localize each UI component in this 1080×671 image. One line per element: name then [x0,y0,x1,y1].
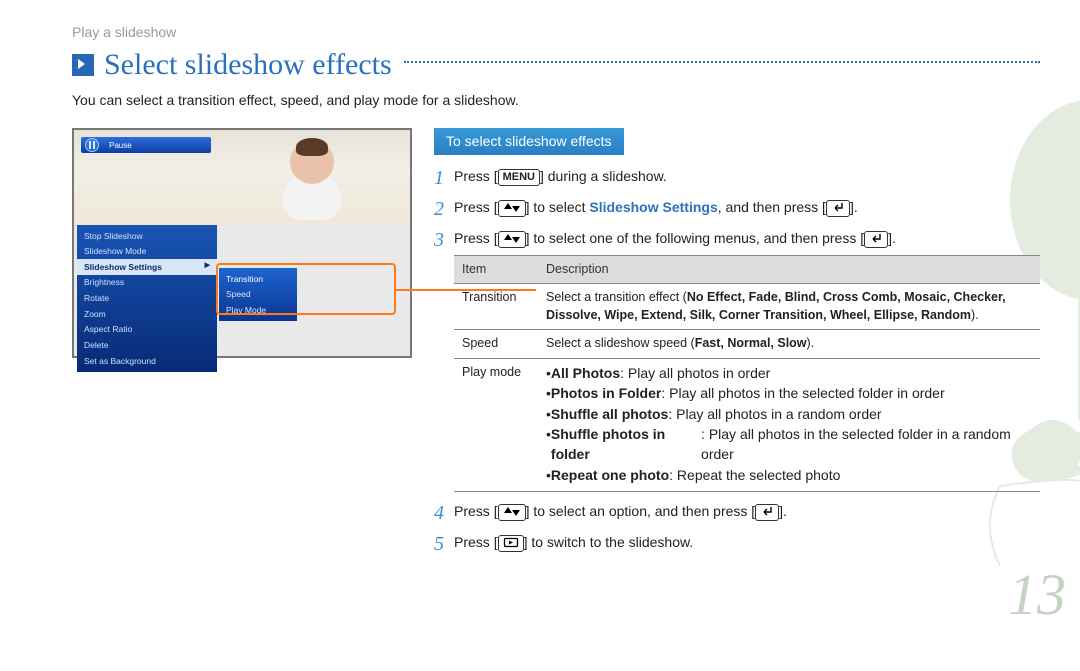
submenu-item: Play Mode [219,302,297,318]
step-4: 4 Press [] to select an option, and then… [434,502,1040,523]
menu-item: Zoom [77,306,217,322]
enter-key [826,200,850,217]
step-5: 5 Press [] to switch to the slideshow. [434,533,1040,554]
cell-speed-label: Speed [454,330,538,359]
step-2-text: Press [454,199,494,215]
step-2-text-3: , and then press [718,199,822,215]
intro-text: You can select a transition effect, spee… [72,92,1040,108]
page-number: 13 [1008,561,1066,628]
subheading: To select slideshow effects [434,128,624,155]
step-3-text-3: . [892,230,896,246]
step-2-text-2: to select [529,199,589,215]
menu-item: Brightness [77,275,217,291]
step-2: 2 Press [] to select Slideshow Settings,… [434,198,1040,219]
menu-item: Slideshow Settings [77,259,217,275]
pause-label: Pause [109,141,132,150]
menu-item: Set as Background [77,353,217,369]
th-desc: Description [538,255,1040,284]
main-menu: Stop SlideshowSlideshow ModeSlideshow Se… [77,225,217,372]
row-transition: Transition Select a transition effect (N… [454,284,1040,330]
heading-row: Select slideshow effects [72,48,1040,82]
play-icon [72,54,94,76]
step-5-text: Press [454,534,494,550]
step-1-text-2: during a slideshow. [544,168,667,184]
step-5-text-2: to switch to the slideshow. [527,534,693,550]
cell-playmode-desc: All Photos: Play all photos in order Pho… [538,358,1040,492]
updown-key [498,504,526,521]
page-title: Select slideshow effects [104,48,392,82]
callout-line [396,289,536,291]
row-speed: Speed Select a slideshow speed (Fast, No… [454,330,1040,359]
row-playmode: Play mode All Photos: Play all photos in… [454,358,1040,492]
step-2-text-4: . [854,199,858,215]
device-screenshot: Pause Stop SlideshowSlideshow ModeSlides… [72,128,412,358]
heading-dots [404,61,1040,63]
step-3-text-2: to select one of the following menus, an… [529,230,860,246]
pause-indicator: Pause [81,137,211,153]
step-4-text-2: to select an option, and then press [529,503,751,519]
th-item: Item [454,255,538,284]
submenu-item: Speed [219,287,297,303]
menu-item: Slideshow Mode [77,244,217,260]
slideshow-settings-label: Slideshow Settings [589,199,717,215]
cell-transition-desc: Select a transition effect (No Effect, F… [538,284,1040,330]
step-4-text: Press [454,503,494,519]
cell-speed-desc: Select a slideshow speed (Fast, Normal, … [538,330,1040,359]
enter-key [755,504,779,521]
photo-thumbnail [256,136,362,222]
options-table: ItemDescription Transition Select a tran… [454,255,1040,493]
step-4-text-3: . [783,503,787,519]
menu-item: Delete [77,337,217,353]
updown-key [498,231,526,248]
menu-item: Rotate [77,291,217,307]
step-1: 1 Press [MENU] during a slideshow. [434,167,1040,188]
step-1-text: Press [454,168,494,184]
step-3: 3 Press [] to select one of the followin… [434,229,1040,492]
slideshow-key [498,535,524,552]
pause-icon [85,138,99,152]
submenu: TransitionSpeedPlay Mode [219,268,297,321]
step-3-text: Press [454,230,494,246]
submenu-item: Transition [219,271,297,287]
enter-key [864,231,888,248]
updown-key [498,200,526,217]
menu-item: Aspect Ratio [77,322,217,338]
menu-item: Stop Slideshow [77,228,217,244]
breadcrumb: Play a slideshow [72,24,1040,40]
cell-playmode-label: Play mode [454,358,538,492]
menu-key: MENU [498,169,540,186]
